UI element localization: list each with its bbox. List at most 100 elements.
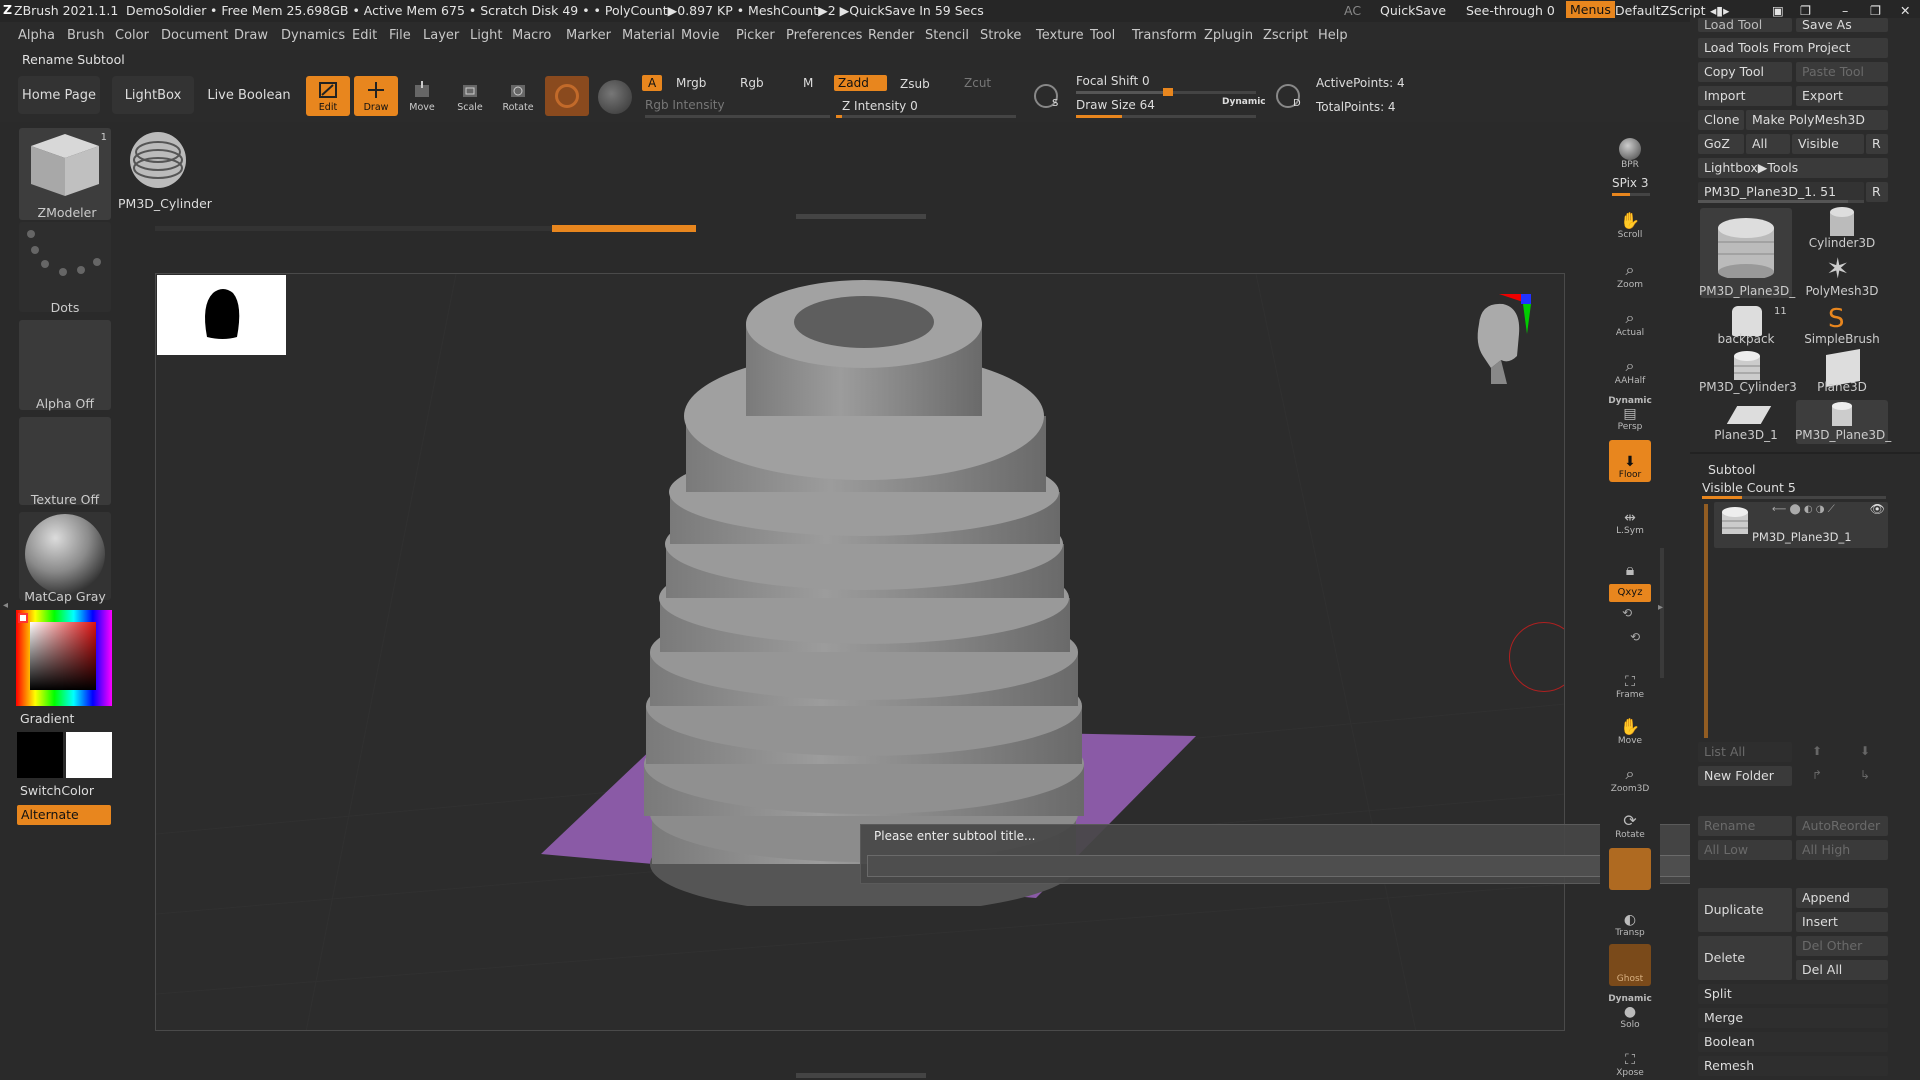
bpr-button[interactable]: BPR: [1609, 130, 1651, 172]
menu-file[interactable]: File: [389, 28, 411, 43]
current-tool-track[interactable]: [1698, 200, 1864, 203]
export-button[interactable]: Export: [1796, 86, 1888, 106]
current-tool-r-button[interactable]: R: [1866, 182, 1888, 202]
subtool-eye-icon[interactable]: 👁︎: [1870, 502, 1885, 516]
tool-thumb-label-7[interactable]: Plane3D_1: [1699, 428, 1793, 442]
list-all-button[interactable]: List All: [1698, 742, 1792, 762]
split-button[interactable]: Split: [1698, 984, 1888, 1004]
right-shelf-scrollbar[interactable]: [1660, 548, 1664, 678]
aahalf-button[interactable]: ⌕ AAHalf: [1609, 346, 1651, 388]
zoom-button[interactable]: ⌕ Zoom: [1609, 250, 1651, 292]
folder-arrow-icon[interactable]: ↱: [1812, 768, 1822, 782]
ghost-button[interactable]: Ghost: [1609, 944, 1651, 986]
del-all-button[interactable]: Del All: [1796, 960, 1888, 980]
tool-thumb-label-2[interactable]: PolyMesh3D: [1795, 284, 1889, 298]
save-as-button[interactable]: Save As: [1796, 18, 1888, 32]
local-symmetry-button[interactable]: ⇹ L.Sym: [1609, 496, 1651, 538]
zcut-button[interactable]: Zcut: [964, 76, 991, 90]
menu-light[interactable]: Light: [470, 28, 502, 43]
primary-color-swatch[interactable]: [17, 732, 63, 778]
persp-button[interactable]: Dynamic ▤ Persp: [1608, 392, 1652, 434]
menu-preferences[interactable]: Preferences: [786, 28, 862, 43]
tool-thumb-label-8[interactable]: PM3D_Plane3D_: [1795, 428, 1891, 442]
menu-layer[interactable]: Layer: [423, 28, 459, 43]
rotate-y-icon[interactable]: ⟲: [1622, 606, 1632, 620]
window-icon[interactable]: ▣: [1772, 3, 1784, 18]
menu-stroke[interactable]: Stroke: [980, 28, 1021, 43]
document-scroll-thumb[interactable]: [552, 225, 696, 232]
menu-transform[interactable]: Transform: [1132, 28, 1197, 43]
menu-color[interactable]: Color: [115, 28, 149, 43]
autoreorder-button[interactable]: AutoReorder: [1796, 816, 1888, 836]
tool-thumb-label-5[interactable]: PM3D_Cylinder3: [1699, 380, 1797, 394]
menu-material[interactable]: Material: [622, 28, 675, 43]
see-through-slider[interactable]: See-through 0: [1466, 3, 1555, 18]
subtool-visibility-icons[interactable]: ⟵ ⬤ ◐ ◑ ⟋: [1772, 504, 1835, 515]
current-tool-slider[interactable]: PM3D_Plane3D_1. 51: [1698, 182, 1864, 202]
menu-draw[interactable]: Draw: [234, 28, 268, 43]
polymesh3d-star-icon[interactable]: ✶: [1826, 252, 1849, 285]
a-toggle[interactable]: A: [642, 75, 663, 91]
insert-button[interactable]: Insert: [1796, 912, 1888, 932]
secondary-color-swatch[interactable]: [66, 732, 112, 778]
frame-button[interactable]: ⛶ Frame: [1609, 660, 1651, 702]
tool-thumb-label-4[interactable]: SimpleBrush: [1795, 332, 1889, 346]
rgb-intensity-slider[interactable]: Rgb Intensity: [645, 98, 725, 112]
z-intensity-slider[interactable]: Z Intensity 0: [842, 99, 918, 113]
bottom-collapse-handle[interactable]: [796, 1073, 926, 1078]
clone-button[interactable]: Clone: [1698, 110, 1744, 130]
folder-arrow-2-icon[interactable]: ↳: [1860, 768, 1870, 782]
zoom3d-button[interactable]: ⌕ Zoom3D: [1609, 754, 1651, 796]
new-folder-button[interactable]: New Folder: [1698, 766, 1792, 786]
menu-alpha[interactable]: Alpha: [18, 28, 55, 43]
lightbox-tools-button[interactable]: Lightbox▶Tools: [1698, 158, 1888, 178]
material-button[interactable]: [19, 512, 111, 600]
rotate-tool-button[interactable]: Rotate: [496, 76, 540, 116]
pm3d-cylinder3-icon[interactable]: [1730, 350, 1764, 384]
zsub-button[interactable]: Zsub: [900, 77, 930, 91]
material-swatch-button[interactable]: [545, 76, 589, 116]
right-panel-collapse-icon[interactable]: ▸: [1658, 602, 1663, 613]
goz-visible-button[interactable]: Visible: [1792, 134, 1864, 154]
gradient-label[interactable]: Gradient: [20, 711, 74, 726]
ac-label[interactable]: AC: [1344, 3, 1361, 18]
rename-button[interactable]: Rename: [1698, 816, 1792, 836]
load-tools-from-project-button[interactable]: Load Tools From Project: [1698, 38, 1888, 58]
pm3d-cylinder-tool-button[interactable]: [120, 128, 204, 198]
polyframe-button[interactable]: [1609, 848, 1651, 890]
solo-button[interactable]: Dynamic ● Solo: [1608, 990, 1652, 1032]
color-picker-square[interactable]: [30, 622, 96, 690]
dynamic-toggle[interactable]: Dynamic: [1222, 97, 1266, 107]
default-zscript-button[interactable]: DefaultZScript: [1615, 3, 1706, 18]
draw-size-track[interactable]: [1076, 115, 1256, 118]
menu-zscript[interactable]: Zscript: [1263, 28, 1308, 43]
z-intensity-track[interactable]: [836, 115, 1016, 118]
subtool-list-scrollbar[interactable]: [1704, 504, 1708, 738]
rgb-button[interactable]: Rgb: [740, 76, 764, 90]
menu-zplugin[interactable]: Zplugin: [1204, 28, 1253, 43]
menu-document[interactable]: Document: [161, 28, 228, 43]
switchcolor-button[interactable]: SwitchColor: [20, 783, 94, 798]
rotate-z-icon[interactable]: ⟲: [1630, 630, 1640, 644]
spix-slider[interactable]: SPix 3: [1612, 176, 1648, 190]
minimize-icon[interactable]: –: [1842, 3, 1848, 18]
menu-picker[interactable]: Picker: [736, 28, 775, 43]
tool-thumb-label-1[interactable]: Cylinder3D: [1795, 236, 1889, 250]
alternate-button[interactable]: Alternate: [17, 805, 111, 825]
import-button[interactable]: Import: [1698, 86, 1792, 106]
draw-tool-button[interactable]: Draw: [354, 76, 398, 116]
focal-shift-slider[interactable]: Focal Shift 0: [1076, 74, 1150, 88]
subtool-list-item[interactable]: ⟵ ⬤ ◐ ◑ ⟋ 👁︎ PM3D_Plane3D_1: [1714, 502, 1888, 548]
menu-macro[interactable]: Macro: [512, 28, 551, 43]
draw-size-slider[interactable]: Draw Size 64: [1076, 98, 1155, 112]
move-up-icon[interactable]: ⬆: [1812, 744, 1822, 758]
menu-edit[interactable]: Edit: [352, 28, 377, 43]
rotate-view-button[interactable]: ⟳ Rotate: [1609, 800, 1651, 842]
subtool-header[interactable]: Subtool: [1708, 462, 1755, 477]
paste-tool-button[interactable]: Paste Tool: [1796, 62, 1888, 82]
boolean-button[interactable]: Boolean: [1698, 1032, 1888, 1052]
move-tool-button[interactable]: Move: [400, 76, 444, 116]
scroll-button[interactable]: ✋ Scroll: [1609, 200, 1651, 242]
duplicate-button[interactable]: Duplicate: [1698, 888, 1792, 932]
quicksave-button[interactable]: QuickSave: [1380, 3, 1446, 18]
